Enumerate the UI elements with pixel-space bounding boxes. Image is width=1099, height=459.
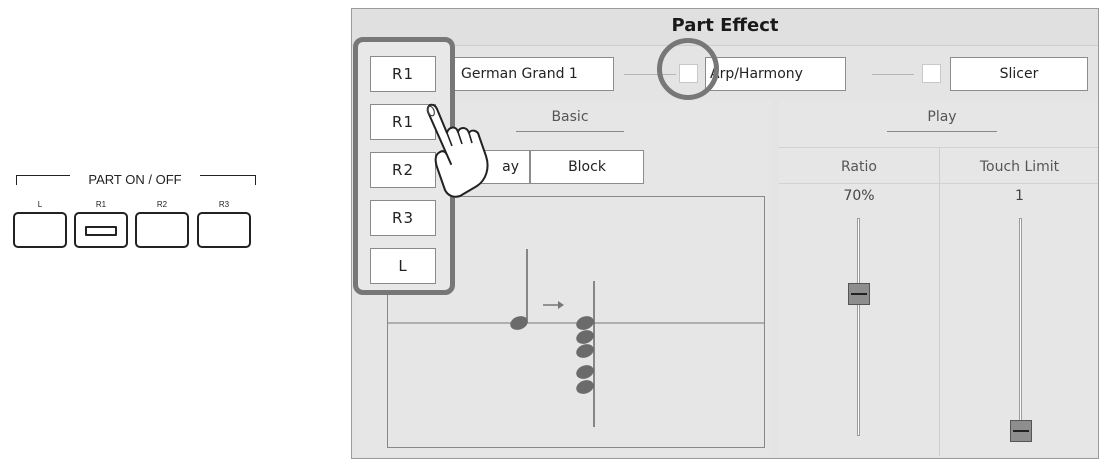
touch-limit-slider-track[interactable]: [1019, 218, 1022, 436]
ratio-label: Ratio: [841, 159, 877, 175]
part-option-l[interactable]: L: [370, 248, 436, 284]
voice-button[interactable]: German Grand 1: [450, 57, 614, 91]
part-option-r1[interactable]: R1: [370, 56, 436, 92]
part-button-l[interactable]: [13, 212, 67, 248]
block-button[interactable]: Block: [530, 150, 644, 184]
key-label-r2: R2: [156, 200, 168, 209]
heading-underline: [887, 131, 997, 132]
touch-limit-slider-thumb[interactable]: [1010, 420, 1032, 442]
part-button-r3[interactable]: [197, 212, 251, 248]
ratio-slider-thumb[interactable]: [848, 282, 870, 305]
part-effect-screen: Part Effect R1 German Grand 1 Arp/Harmon…: [351, 8, 1099, 459]
part-button-r2[interactable]: [135, 212, 189, 248]
part-option-r3[interactable]: R3: [370, 200, 436, 236]
led-indicator-icon: [85, 226, 117, 236]
ratio-slider-track[interactable]: [857, 218, 860, 436]
connector-line: [872, 74, 914, 75]
highlight-circle: [657, 38, 719, 100]
play-heading: Play: [927, 109, 957, 125]
key-label-r3: R3: [218, 200, 230, 209]
part-button-r1[interactable]: [74, 212, 128, 248]
basic-heading: Basic: [551, 109, 589, 125]
pointing-hand-icon: [426, 103, 489, 198]
part-on-off-panel: PART ON / OFF L R1 R2 R3: [0, 0, 300, 459]
ratio-value: 70%: [843, 188, 875, 204]
touch-limit-value: 1: [1015, 188, 1024, 204]
key-label-l: L: [37, 200, 43, 209]
slicer-button[interactable]: Slicer: [950, 57, 1088, 91]
panel-title: PART ON / OFF: [70, 173, 200, 187]
play-panel: Play Ratio Touch Limit 70% 1: [779, 100, 1098, 456]
slicer-checkbox[interactable]: [922, 64, 941, 83]
title-bar: Part Effect: [352, 9, 1098, 46]
touch-limit-label: Touch Limit: [979, 159, 1060, 175]
divider: [779, 183, 1098, 184]
page-title: Part Effect: [671, 15, 779, 36]
heading-underline: [516, 131, 624, 132]
key-label-r1: R1: [95, 200, 107, 209]
arp-harmony-button[interactable]: Arp/Harmony: [705, 57, 846, 91]
